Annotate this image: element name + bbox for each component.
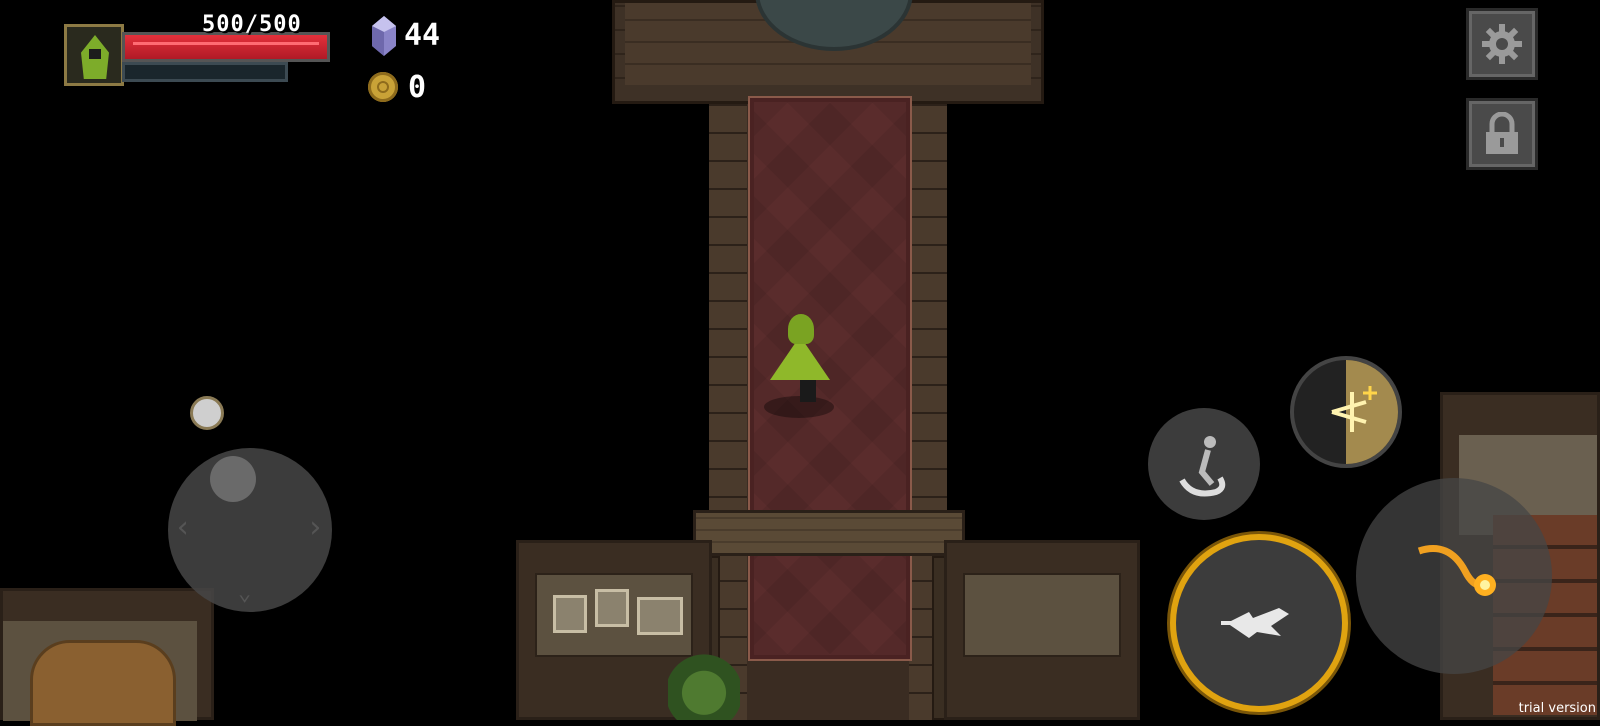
arcane-burst-icon — [1331, 386, 1377, 432]
signature-skill-button[interactable] — [1356, 478, 1552, 674]
picture-frame — [595, 589, 629, 627]
hero-legs — [800, 378, 816, 402]
top-room — [612, 0, 1044, 104]
lock-button[interactable] — [1466, 98, 1538, 170]
hero-hood — [788, 314, 814, 344]
mana-bar — [122, 62, 288, 82]
gold-coin-icon — [368, 72, 398, 102]
skill-button[interactable] — [1290, 356, 1402, 468]
gem-icon — [372, 16, 396, 56]
basic-attack-icon — [1221, 608, 1289, 638]
settings-button[interactable] — [1466, 8, 1538, 80]
dash-icon — [1179, 436, 1226, 497]
player-portrait — [64, 24, 124, 86]
dash-button[interactable] — [1148, 408, 1260, 520]
health-text: 500/500 — [202, 12, 302, 37]
joystick-knob[interactable] — [210, 456, 256, 502]
potted-plant — [668, 652, 740, 720]
throne — [30, 640, 176, 726]
joystick-indicator — [190, 396, 224, 430]
hero-shadow — [764, 396, 834, 418]
gold-count: 0 — [408, 70, 427, 105]
fireball-icon — [1417, 545, 1496, 596]
lock-icon — [1486, 112, 1518, 154]
gear-icon — [1482, 24, 1522, 64]
arrow-left-icon: ‹ — [174, 510, 193, 545]
wooden-bridge — [693, 510, 965, 556]
arrow-down-icon: ⌄ — [238, 581, 252, 606]
lower-right-room — [944, 540, 1140, 720]
health-fill — [125, 35, 327, 59]
picture-frame — [553, 595, 587, 633]
arrow-right-icon: › — [305, 510, 324, 545]
picture-frame — [637, 597, 683, 635]
attack-button[interactable] — [1170, 534, 1348, 712]
trial-version-label: trial version — [1518, 701, 1596, 716]
gem-count: 44 — [404, 18, 441, 53]
